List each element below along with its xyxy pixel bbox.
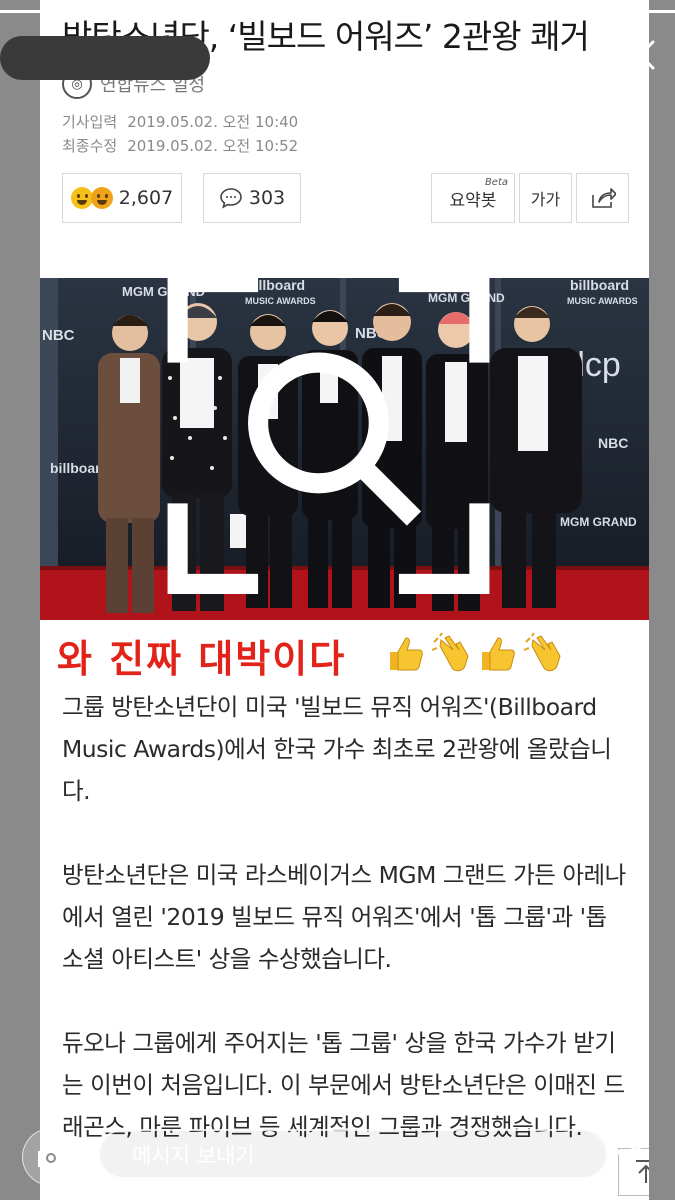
close-icon [625,40,655,70]
close-button[interactable] [623,38,657,72]
comment-button[interactable]: 303 [203,173,301,223]
story-overlay-text: 와 진짜 대박이다 [57,637,347,681]
reaction-count: 2,607 [118,187,174,209]
camera-button[interactable] [22,1128,80,1186]
reply-placeholder: 메시지 보내기 [132,1144,255,1168]
input-label: 기사입력 [62,113,118,131]
modified-time: 2019.05.02. 오전 10:52 [127,137,299,155]
clapping-hands-icon [431,632,469,672]
beta-badge: Beta [484,177,508,188]
input-time: 2019.05.02. 오전 10:40 [127,113,299,131]
thumbs-up-icon [390,637,423,671]
article-screenshot: 방탄소년단, ‘빌보드 어워즈’ 2관왕 쾌거 ◎ 연합뉴스 일성 기사입력 20… [40,0,649,1200]
font-size-button[interactable]: 가가 [519,173,572,223]
zoom-icon[interactable] [40,278,633,604]
story-user-header[interactable] [0,36,210,80]
article-meta: 기사입력 2019.05.02. 오전 10:40 최종수정 2019.05.02.… [62,110,308,158]
smile-emoji-icon [70,187,93,209]
article-photo: MGM GRAND billboard MUSIC AWARDS MGM GRA… [40,278,649,620]
thumbs-up-icon [482,637,515,671]
input-time-row: 기사입력 2019.05.02. 오전 10:40 [62,110,308,134]
sad-emoji-icon [90,187,113,209]
modified-time-row: 최종수정 2019.05.02. 오전 10:52 [62,134,308,158]
send-icon [608,1138,644,1172]
share-button[interactable] [576,173,629,223]
emoji-sticker-group [384,632,564,674]
summary-label: 요약봇 [449,190,497,211]
article-paragraph: 방탄소년단은 미국 라스베이거스 MGM 그랜드 가든 아레나에서 열린 '20… [62,861,626,973]
article-body: 그룹 방탄소년단이 미국 '빌보드 뮤직 어워즈'(Billboard Musi… [62,686,632,1190]
summary-bot-button[interactable]: 요약봇 Beta [431,173,515,223]
story-progress-bar [0,10,675,13]
comment-count: 303 [248,187,286,209]
share-icon [591,188,616,208]
camera-icon [38,1147,64,1167]
comment-icon [220,188,242,209]
send-button[interactable] [606,1134,646,1174]
modified-label: 최종수정 [62,137,118,155]
story-progress-fill [0,10,675,13]
clapping-hands-icon [523,632,561,672]
article-paragraph: 그룹 방탄소년단이 미국 '빌보드 뮤직 어워즈'(Billboard Musi… [62,693,612,805]
reaction-button[interactable]: 2,607 [62,173,182,223]
story-time: 4분 [212,48,242,70]
